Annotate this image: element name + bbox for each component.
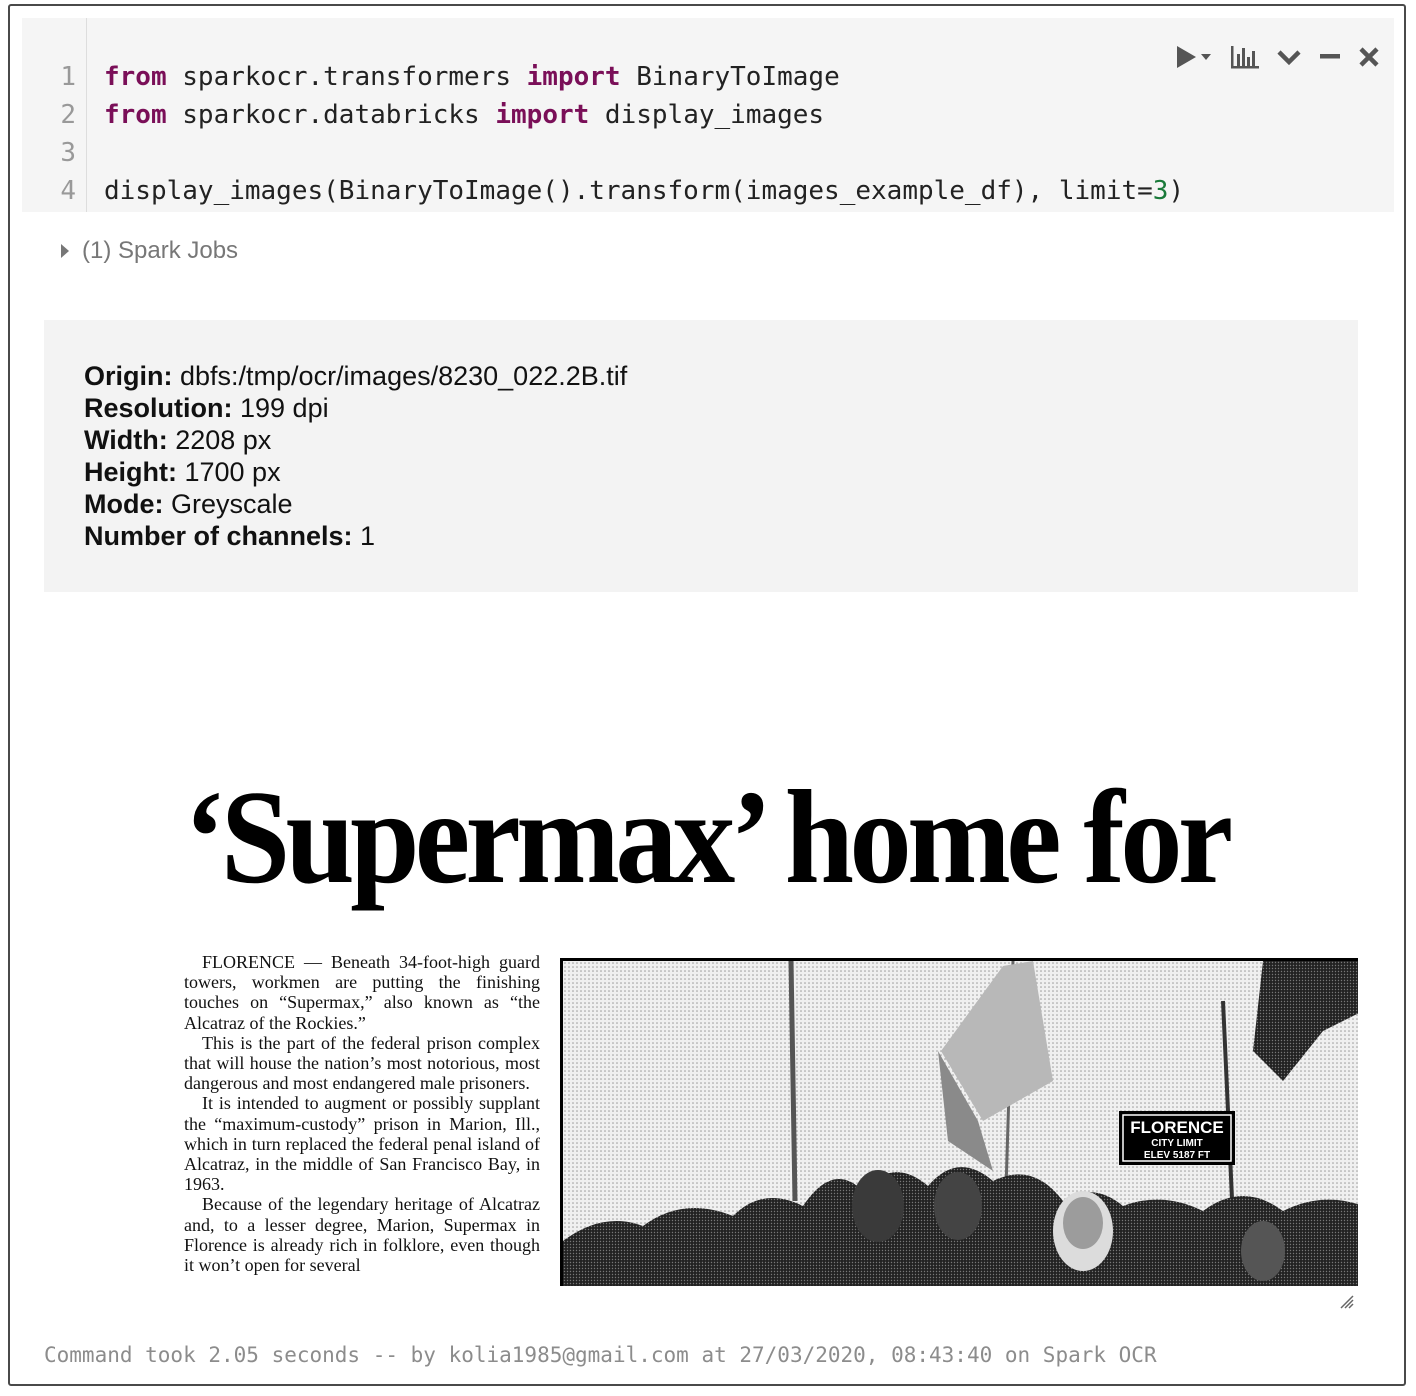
cell-menu-button[interactable] xyxy=(1276,45,1302,69)
line-number: 2 xyxy=(60,100,76,130)
number-literal: 3 xyxy=(1152,176,1169,206)
code-text: BinaryToImage xyxy=(620,62,840,92)
article-paragraph: This is the part of the federal prison c… xyxy=(184,1032,540,1094)
chevron-down-icon xyxy=(1277,50,1301,66)
newspaper-headline: ‘Supermax’ home for xyxy=(184,763,1233,911)
resolution-value: 199 dpi xyxy=(232,393,329,423)
scanned-image-output: ‘Supermax’ home for FLORENCE — Beneath 3… xyxy=(64,612,1358,1286)
visualization-button[interactable] xyxy=(1230,44,1260,70)
protest-photo-drawing: FLORENCE CITY LIMIT ELEV 5187 FT xyxy=(563,961,1358,1286)
code-text: sparkocr.databricks xyxy=(166,100,496,130)
channels-row: Number of channels: 1 xyxy=(84,520,627,552)
spark-jobs-toggle[interactable]: (1) Spark Jobs xyxy=(60,234,238,268)
origin-label: Origin: xyxy=(84,361,173,391)
channels-value: 1 xyxy=(352,521,376,551)
height-row: Height: 1700 px xyxy=(84,456,627,488)
spark-jobs-label: (1) Spark Jobs xyxy=(82,237,239,264)
mode-value: Greyscale xyxy=(163,489,293,519)
code-line-2[interactable]: from sparkocr.databricks import display_… xyxy=(104,96,824,134)
code-text: display_images(BinaryToImage().transform… xyxy=(104,176,1153,206)
caret-right-icon xyxy=(61,244,69,258)
width-value: 2208 px xyxy=(167,425,272,455)
command-status-footer: Command took 2.05 seconds -- by kolia198… xyxy=(44,1343,1157,1367)
article-paragraph: FLORENCE — Beneath 34-foot-high guard to… xyxy=(184,952,540,1033)
keyword: from xyxy=(104,62,167,92)
height-label: Height: xyxy=(84,457,177,487)
height-value: 1700 px xyxy=(176,457,281,487)
code-editor[interactable]: 1 2 3 4 from sparkocr.transformers impor… xyxy=(22,18,1394,212)
run-icon xyxy=(1177,46,1211,68)
mode-label: Mode: xyxy=(84,489,164,519)
line-number: 4 xyxy=(60,176,76,206)
resize-handle[interactable] xyxy=(1338,1293,1354,1314)
origin-row: Origin: dbfs:/tmp/ocr/images/8230_022.2B… xyxy=(84,360,627,392)
width-label: Width: xyxy=(84,425,168,455)
origin-value: dbfs:/tmp/ocr/images/8230_022.2B.tif xyxy=(172,361,628,391)
code-text: sparkocr.transformers xyxy=(166,62,527,92)
run-cell-button[interactable] xyxy=(1174,42,1214,72)
resolution-row: Resolution: 199 dpi xyxy=(84,392,627,424)
article-paragraph: It is intended to augment or possibly su… xyxy=(184,1093,540,1195)
newspaper-photo: FLORENCE CITY LIMIT ELEV 5187 FT xyxy=(560,958,1358,1286)
width-row: Width: 2208 px xyxy=(84,424,627,456)
keyword: import xyxy=(495,100,590,130)
sign-text: ELEV 5187 FT xyxy=(1144,1150,1210,1161)
channels-label: Number of channels: xyxy=(84,521,353,551)
notebook-cell: 1 2 3 4 from sparkocr.transformers impor… xyxy=(8,4,1406,1386)
line-number: 3 xyxy=(60,138,76,168)
minimize-icon xyxy=(1320,54,1340,59)
newspaper-article: FLORENCE — Beneath 34-foot-high guard to… xyxy=(184,952,540,1275)
image-metadata-panel: Origin: dbfs:/tmp/ocr/images/8230_022.2B… xyxy=(44,320,1358,592)
code-line-4[interactable]: display_images(BinaryToImage().transform… xyxy=(104,172,1184,210)
cell-toolbar xyxy=(1174,40,1380,74)
mode-row: Mode: Greyscale xyxy=(84,488,627,520)
keyword: from xyxy=(104,100,167,130)
line-number: 1 xyxy=(60,62,76,92)
close-icon xyxy=(1359,47,1379,67)
code-line-1[interactable]: from sparkocr.transformers import Binary… xyxy=(104,58,840,96)
minimize-cell-button[interactable] xyxy=(1318,45,1342,69)
line-number-gutter: 1 2 3 4 xyxy=(22,18,87,212)
resize-grip-icon xyxy=(1340,1295,1354,1309)
keyword: import xyxy=(526,62,621,92)
article-paragraph: Because of the legendary heritage of Alc… xyxy=(184,1194,540,1276)
chart-icon xyxy=(1231,46,1259,69)
sign-text: CITY LIMIT xyxy=(1151,1138,1202,1149)
code-text: display_images xyxy=(589,100,825,130)
resolution-label: Resolution: xyxy=(84,393,233,423)
code-text: ) xyxy=(1168,176,1185,206)
sign-text: FLORENCE xyxy=(1130,1118,1224,1137)
delete-cell-button[interactable] xyxy=(1358,45,1380,69)
